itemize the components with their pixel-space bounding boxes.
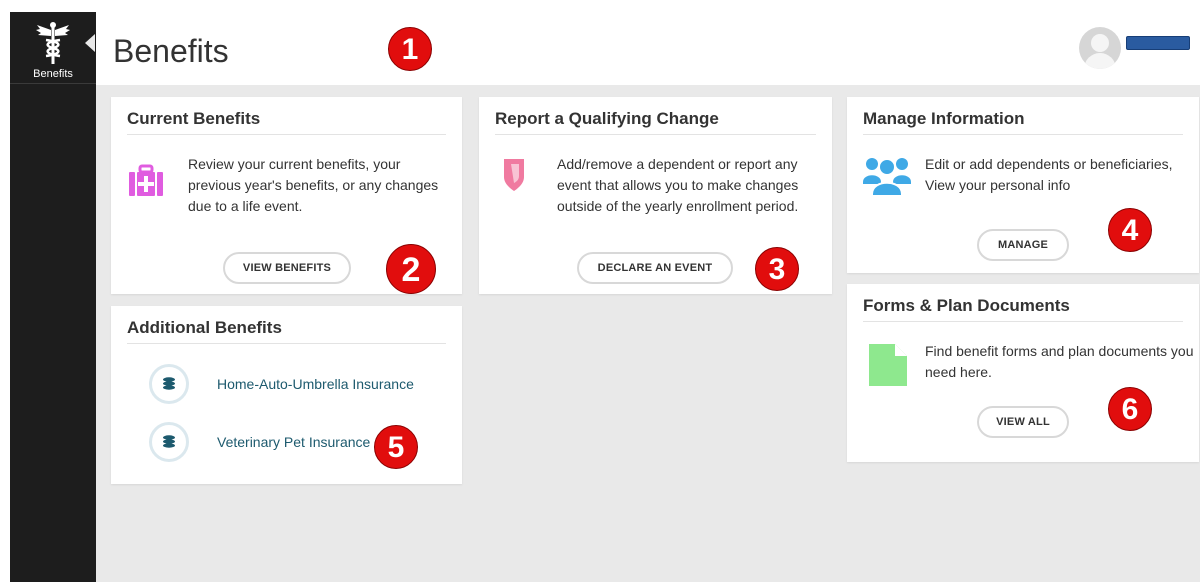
avatar-body [1084,53,1116,69]
divider [127,343,446,344]
callout-marker-1: 1 [388,27,432,71]
card-manage-information: Manage Information Edit or add dependent… [847,97,1199,273]
card-title: Current Benefits [127,109,261,128]
callout-marker-2: 2 [386,244,436,294]
page-header: Benefits [96,0,1200,85]
benefit-link[interactable]: Veterinary Pet Insurance [217,434,370,450]
sidebar: Benefits [10,12,96,582]
manage-button[interactable]: MANAGE [977,229,1069,261]
coins-icon-badge [149,422,189,462]
main-content: Current Benefits Review your current ben… [96,85,1200,582]
card-current-benefits: Current Benefits Review your current ben… [111,97,462,294]
card-title: Manage Information [863,109,1025,128]
divider [863,321,1183,322]
callout-marker-4: 4 [1108,208,1152,252]
callout-marker-5: 5 [374,425,418,469]
coins-icon [163,435,175,448]
card-additional-benefits: Additional Benefits Home-Auto-Umbrella I… [111,306,462,484]
first-aid-kit-icon [129,164,163,196]
card-title: Additional Benefits [127,318,282,337]
coins-icon [163,377,175,390]
card-description: Edit or add dependents or beneficiaries,… [925,156,1173,193]
view-all-button[interactable]: VIEW ALL [977,406,1069,438]
card-description: Find benefit forms and plan documents yo… [925,343,1194,380]
view-benefits-button[interactable]: VIEW BENEFITS [223,252,351,284]
card-title: Report a Qualifying Change [495,109,719,128]
card-description: Review your current benefits, your previ… [188,156,439,214]
divider [863,134,1183,135]
users-icon [863,158,911,196]
caduceus-icon [36,22,70,64]
coins-icon-badge [149,364,189,404]
card-title: Forms & Plan Documents [863,296,1070,315]
shield-icon [504,159,524,191]
card-report-qualifying-change: Report a Qualifying Change Add/remove a … [479,97,832,294]
card-description: Add/remove a dependent or report any eve… [557,156,799,214]
declare-an-event-button[interactable]: DECLARE AN EVENT [577,252,733,284]
document-icon [869,344,907,386]
avatar[interactable] [1079,27,1121,69]
page-title: Benefits [113,33,229,69]
sidebar-item-label: Benefits [33,68,73,80]
benefit-link[interactable]: Home-Auto-Umbrella Insurance [217,376,414,392]
card-forms-plan-documents: Forms & Plan Documents Find benefit form… [847,284,1199,462]
divider [127,134,446,135]
callout-marker-3: 3 [755,247,799,291]
sidebar-collapse-toggle[interactable] [85,34,95,52]
user-name-redacted[interactable] [1126,36,1190,50]
avatar-head [1091,34,1109,52]
divider [495,134,816,135]
callout-marker-6: 6 [1108,387,1152,431]
sidebar-item-benefits[interactable]: Benefits [10,12,96,84]
